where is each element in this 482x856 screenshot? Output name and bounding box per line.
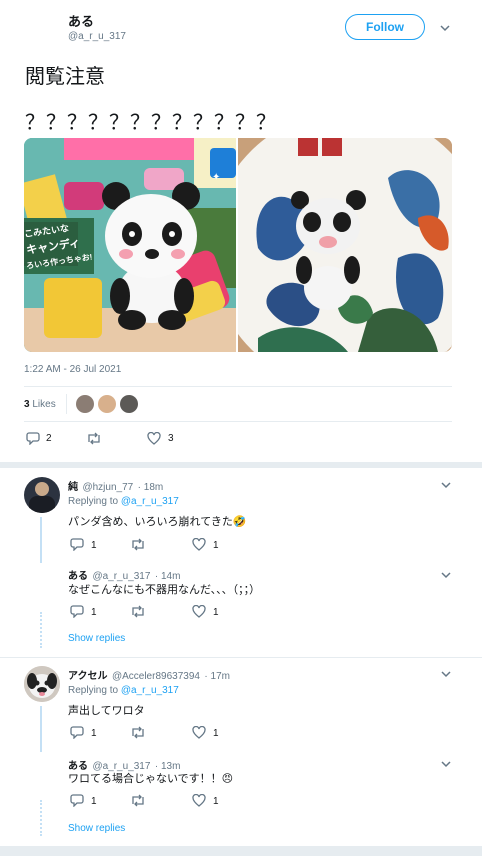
retweet-icon[interactable] — [130, 794, 146, 807]
like-count: 1 — [213, 540, 219, 551]
reply-header: アクセル @Acceler89637394 · 17m — [68, 666, 230, 684]
like-count: 1 — [213, 728, 219, 739]
chevron-down-icon[interactable] — [441, 572, 451, 579]
reply-text: ワロてる場合じゃないです！！😠 — [68, 773, 234, 785]
avatar[interactable] — [22, 8, 60, 46]
thread-line — [40, 706, 42, 752]
chevron-down-icon[interactable] — [440, 25, 450, 32]
reply-header: 純 @hzjun_77 · 18m — [68, 477, 163, 495]
media-image-left[interactable]: ✦ こみたいな キャンディ ろいろ作っちゃお! — [24, 138, 236, 352]
replying-to-link[interactable]: @a_r_u_317 — [121, 496, 179, 507]
reply-time[interactable]: · 17m — [204, 671, 230, 682]
tweet-text-line2: ？？？？？？？？？？？？ — [25, 112, 277, 134]
replying-to-link[interactable]: @a_r_u_317 — [121, 685, 179, 696]
liker-avatar-3[interactable] — [120, 395, 138, 413]
retweet-icon[interactable] — [130, 605, 146, 618]
follow-button[interactable]: Follow — [345, 14, 425, 40]
replying-to: Replying to @a_r_u_317 — [68, 685, 179, 696]
avatar[interactable] — [24, 755, 60, 791]
reply-icon[interactable] — [70, 605, 84, 618]
like-icon[interactable] — [192, 605, 206, 618]
avatar[interactable] — [24, 666, 60, 702]
reply-icon[interactable] — [70, 538, 84, 551]
reply-text: パンダ含め、いろいろ崩れてきた🤣 — [68, 516, 247, 528]
chevron-down-icon[interactable] — [441, 482, 451, 489]
chevron-down-icon[interactable] — [441, 671, 451, 678]
retweet-icon[interactable] — [130, 538, 146, 551]
tweet-timestamp[interactable]: 1:22 AM - 26 Jul 2021 — [24, 364, 121, 375]
tweet-text-line1: 閲覧注意 — [25, 66, 105, 88]
avatar[interactable] — [24, 566, 60, 602]
like-icon[interactable] — [192, 538, 206, 551]
like-count: 3 — [168, 433, 174, 444]
likes-count: 3 — [24, 399, 30, 410]
thread-dots — [40, 612, 44, 648]
liker-avatar-2[interactable] — [98, 395, 116, 413]
svg-text:✦: ✦ — [212, 172, 220, 183]
reply-icon[interactable] — [70, 726, 84, 739]
divider — [24, 386, 452, 387]
like-count: 1 — [213, 796, 219, 807]
likes-divider — [66, 394, 67, 414]
liker-avatar-1[interactable] — [76, 395, 94, 413]
reply-icon[interactable] — [26, 432, 40, 445]
like-icon[interactable] — [147, 432, 161, 445]
reply-text: なぜこんなにも不器用なんだ、、、（；；） — [68, 584, 261, 596]
show-replies-link[interactable]: Show replies — [68, 823, 125, 834]
media-image-right[interactable] — [238, 138, 452, 352]
replying-prefix: Replying to — [68, 685, 119, 696]
reply-count: 2 — [46, 433, 52, 444]
reply-text: 声出してワロタ — [68, 705, 145, 717]
reply-count: 1 — [91, 796, 97, 807]
show-replies-link[interactable]: Show replies — [68, 633, 125, 644]
retweet-icon[interactable] — [130, 726, 146, 739]
divider — [0, 657, 482, 658]
reply-time[interactable]: · 18m — [138, 482, 164, 493]
likes-label: Likes — [32, 399, 56, 410]
replying-prefix: Replying to — [68, 496, 119, 507]
divider — [24, 421, 452, 422]
tweet-author-name[interactable]: ある — [68, 11, 94, 30]
like-icon[interactable] — [192, 726, 206, 739]
likes-stat[interactable]: 3 Likes — [24, 399, 56, 410]
bottom-divider — [0, 846, 482, 856]
avatar[interactable] — [24, 477, 60, 513]
reply-count: 1 — [91, 607, 97, 618]
thread-dots — [40, 800, 44, 836]
reply-author-name[interactable]: アクセル — [68, 671, 108, 682]
reply-icon[interactable] — [70, 794, 84, 807]
reply-author-handle[interactable]: @hzjun_77 — [82, 482, 133, 493]
chevron-down-icon[interactable] — [441, 761, 451, 768]
tweet-media[interactable]: ✦ こみたいな キャンディ ろいろ作っちゃお! — [24, 138, 452, 352]
panda-plate-photo — [238, 138, 452, 352]
replying-to: Replying to @a_r_u_317 — [68, 496, 179, 507]
reply-count: 1 — [91, 540, 97, 551]
dog-avatar-image — [24, 666, 60, 702]
reply-count: 1 — [91, 728, 97, 739]
like-icon[interactable] — [192, 794, 206, 807]
reply-author-name[interactable]: 純 — [68, 482, 78, 493]
section-divider — [0, 462, 482, 468]
like-count: 1 — [213, 607, 219, 618]
tweet-author-handle[interactable]: @a_r_u_317 — [68, 31, 126, 42]
reply-author-handle[interactable]: @Acceler89637394 — [112, 671, 200, 682]
thread-line — [40, 517, 42, 563]
retweet-icon[interactable] — [86, 432, 102, 445]
